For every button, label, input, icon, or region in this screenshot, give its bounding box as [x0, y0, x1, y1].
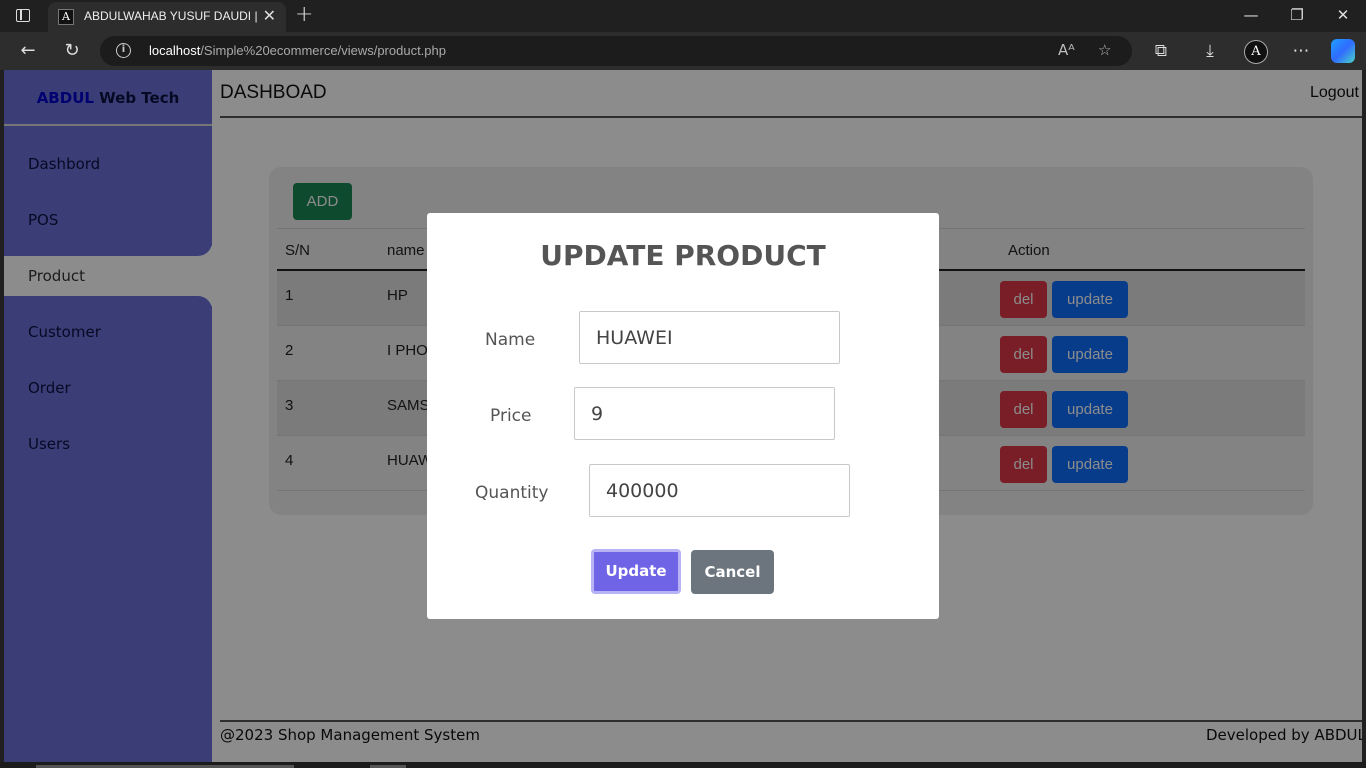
update-product-modal: UPDATE PRODUCT Name Price Quantity Updat…: [427, 213, 939, 619]
browser-tab[interactable]: A ABDULWAHAB YUSUF DAUDI | W ✕: [48, 2, 286, 32]
profile-avatar[interactable]: A: [1244, 40, 1268, 64]
close-window-icon[interactable]: ✕: [1323, 4, 1363, 26]
price-label: Price: [490, 406, 532, 426]
name-field[interactable]: [579, 311, 840, 364]
tab-actions-icon[interactable]: [12, 6, 34, 26]
refresh-icon[interactable]: ↻: [59, 38, 85, 64]
close-tab-icon[interactable]: ✕: [263, 7, 276, 25]
quantity-field[interactable]: [589, 464, 850, 517]
price-field[interactable]: [574, 387, 835, 440]
more-menu-icon[interactable]: ⋯: [1288, 40, 1314, 62]
modal-cancel-button[interactable]: Cancel: [691, 550, 774, 594]
name-label: Name: [485, 330, 536, 350]
modal-update-button[interactable]: Update: [591, 549, 681, 594]
tab-title: ABDULWAHAB YUSUF DAUDI | W: [84, 9, 260, 23]
back-icon[interactable]: ←: [15, 38, 41, 64]
favicon-icon: A: [58, 9, 74, 25]
extensions-icon[interactable]: ⧉: [1148, 40, 1174, 62]
url-text: localhost/Simple%20ecommerce/views/produ…: [149, 43, 446, 58]
address-bar: ← ↻ i localhost/Simple%20ecommerce/views…: [0, 32, 1366, 70]
restore-icon[interactable]: ❐: [1277, 4, 1317, 26]
page-content: ABDUL Web Tech Dashbord POS POS Product …: [4, 70, 1362, 762]
read-aloud-icon[interactable]: Aᴬ: [1058, 41, 1075, 59]
site-info-icon[interactable]: i: [116, 43, 131, 58]
browser-tab-bar: A ABDULWAHAB YUSUF DAUDI | W ✕ + — ❐ ✕: [0, 0, 1366, 32]
modal-title: UPDATE PRODUCT: [540, 239, 826, 272]
quantity-label: Quantity: [475, 483, 549, 503]
favorite-star-icon[interactable]: ☆: [1098, 41, 1111, 59]
url-field[interactable]: i localhost/Simple%20ecommerce/views/pro…: [100, 36, 1132, 66]
downloads-icon[interactable]: ⤓: [1197, 40, 1223, 62]
copilot-icon[interactable]: [1331, 39, 1355, 63]
taskbar-strip: [0, 762, 1366, 768]
new-tab-icon[interactable]: +: [295, 3, 313, 27]
minimize-icon[interactable]: —: [1231, 4, 1271, 26]
